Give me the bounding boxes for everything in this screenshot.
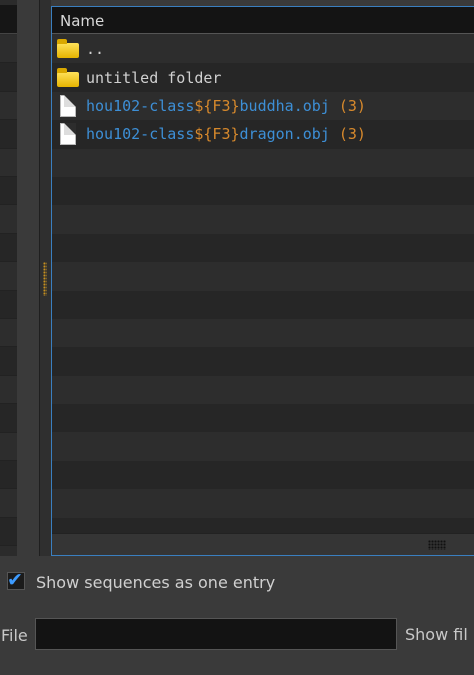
- side-panel-row: [0, 262, 17, 291]
- bottom-options: ✔ Show sequences as one entry File Show …: [0, 556, 474, 675]
- show-files-button[interactable]: Show fil: [405, 625, 474, 644]
- side-panel-row: [0, 319, 17, 348]
- side-panel-row: [0, 148, 17, 177]
- label-segment: untitled folder: [86, 68, 222, 87]
- list-item[interactable]: ..: [52, 35, 474, 63]
- side-panel: [0, 0, 17, 556]
- show-sequences-checkbox[interactable]: ✔: [7, 569, 25, 591]
- list-item[interactable]: hou102-class${F3}buddha.obj (3): [52, 92, 474, 120]
- side-panel-row: [0, 91, 17, 121]
- empty-row: [52, 404, 474, 433]
- empty-row: [52, 489, 474, 517]
- file-input[interactable]: [35, 618, 397, 650]
- side-panel-row: [0, 233, 17, 263]
- empty-row: [52, 290, 474, 319]
- column-header-name[interactable]: Name: [52, 7, 474, 34]
- side-panel-row: [0, 517, 17, 547]
- horizontal-scrollbar[interactable]: [52, 533, 474, 555]
- side-panel-row: [0, 205, 17, 234]
- empty-row: [52, 460, 474, 490]
- file-field-label: File: [1, 626, 28, 645]
- list-item-label: hou102-class${F3}buddha.obj (3): [86, 97, 366, 115]
- empty-row: [52, 149, 474, 177]
- file-list-rows: .. untitled folder hou102-class${F3}buddha…: [52, 35, 474, 535]
- folder-icon: [56, 39, 79, 59]
- file-icon: [56, 123, 78, 146]
- list-item[interactable]: hou102-class${F3}dragon.obj (3): [52, 120, 474, 149]
- empty-row: [52, 262, 474, 290]
- show-sequences-label[interactable]: Show sequences as one entry: [36, 573, 275, 592]
- list-item-label: untitled folder: [86, 69, 221, 87]
- side-panel-row: [0, 35, 17, 64]
- list-item[interactable]: untitled folder: [52, 63, 474, 92]
- side-panel-row: [0, 489, 17, 518]
- splitter-grip-icon[interactable]: [43, 262, 47, 296]
- column-header-label: Name: [60, 12, 105, 30]
- label-segment: buddha.obj: [239, 96, 330, 115]
- scroll-grip-icon[interactable]: [428, 540, 446, 550]
- label-segment: (3): [329, 96, 366, 115]
- side-panel-row: [0, 404, 17, 433]
- label-segment: dragon.obj: [239, 125, 330, 144]
- side-panel-row: [0, 461, 17, 490]
- side-panel-row: [0, 347, 17, 376]
- empty-row: [52, 176, 474, 206]
- empty-row: [52, 376, 474, 404]
- file-icon: [56, 94, 78, 117]
- side-panel-header: [0, 5, 17, 34]
- empty-row: [52, 319, 474, 347]
- side-panel-row: [0, 120, 17, 149]
- side-panel-row: [0, 177, 17, 206]
- empty-row: [52, 347, 474, 376]
- folder-icon: [56, 67, 79, 88]
- label-segment: hou102-class: [86, 125, 195, 144]
- side-panel-row: [0, 63, 17, 92]
- empty-row: [52, 432, 474, 460]
- side-panel-gap: [17, 0, 39, 556]
- side-panel-row: [0, 375, 17, 405]
- label-segment: ..: [86, 40, 105, 59]
- list-item-label: hou102-class${F3}dragon.obj (3): [86, 125, 366, 143]
- empty-row: [52, 205, 474, 233]
- label-segment: ${F3}: [194, 96, 240, 115]
- list-item-label: ..: [86, 40, 104, 58]
- checkmark-icon: ✔: [7, 569, 23, 591]
- side-panel-row: [0, 432, 17, 461]
- file-list: Name .. untitled folder hou102-class${F3}b…: [51, 6, 474, 556]
- label-segment: ${F3}: [194, 125, 240, 144]
- empty-row: [52, 233, 474, 263]
- label-segment: (3): [329, 125, 366, 144]
- side-panel-row: [0, 290, 17, 319]
- label-segment: hou102-class: [86, 96, 195, 115]
